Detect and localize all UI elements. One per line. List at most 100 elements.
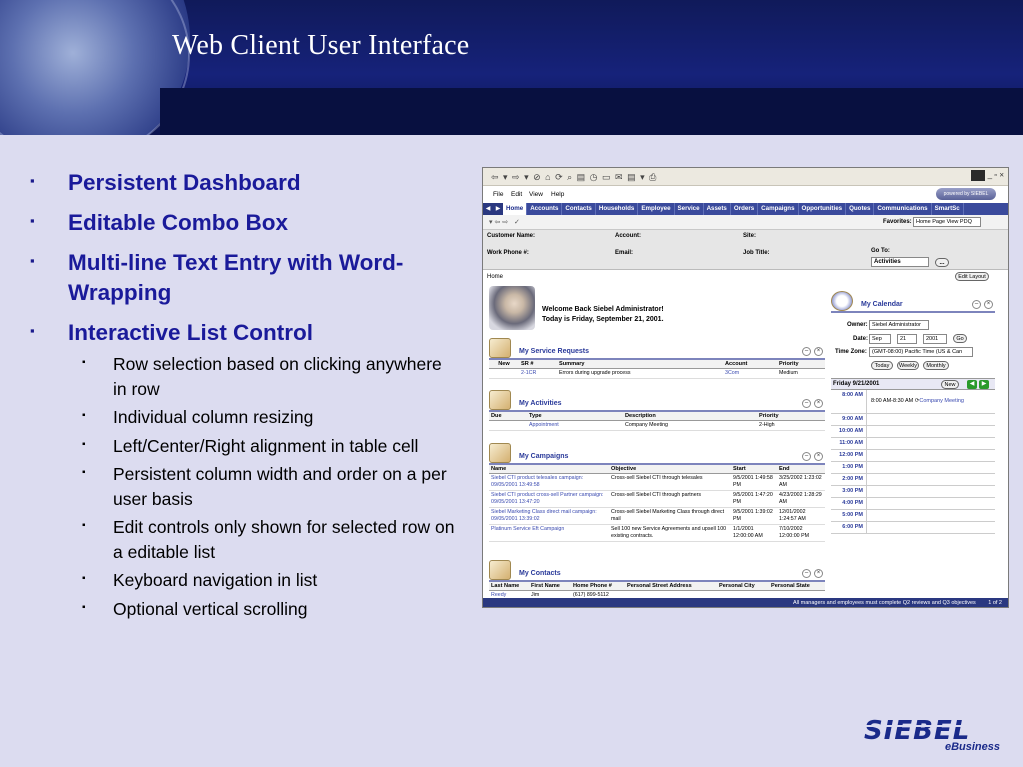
column-header[interactable]: New — [489, 360, 519, 369]
status-page[interactable]: 1 of 2 — [988, 600, 1002, 606]
close-icon[interactable]: × — [814, 452, 823, 461]
portlet-title[interactable]: My Contacts — [519, 570, 561, 577]
close-icon[interactable]: × — [814, 569, 823, 578]
column-header[interactable]: Personal City — [717, 582, 769, 591]
tab-communications[interactable]: Communications — [874, 203, 932, 215]
favorites-select[interactable]: Home Page View PDQ — [913, 217, 981, 227]
tab-service[interactable]: Service — [675, 203, 704, 215]
table-cell[interactable]: Platinum Service Eft Campaign — [489, 524, 609, 542]
table-row[interactable]: Siebel CTI product telesales campaign: 0… — [489, 473, 825, 491]
tab-employee[interactable]: Employee — [638, 203, 675, 215]
column-header[interactable]: Priority — [777, 360, 825, 369]
calendar-slot[interactable]: 8:00 AM 8:00 AM-8:30 AM ⟳Company Meeting — [831, 390, 995, 414]
table-cell[interactable]: 2-1CR — [519, 368, 557, 379]
portlet-title[interactable]: My Activities — [519, 400, 562, 407]
column-header[interactable]: SR # — [519, 360, 557, 369]
toolbar-icons[interactable]: ⇦ ▾ ⇨ ▾ ⊘ ⌂ ⟳ ⌕ ▤ ◷ ▭ ✉ ▤ ▾ ⎙ — [491, 172, 657, 183]
status-message[interactable]: All managers and employees must complete… — [793, 600, 976, 606]
breadcrumb[interactable]: Home — [487, 274, 503, 280]
calendar-slot[interactable]: 9:00 AM — [831, 414, 995, 426]
column-header[interactable]: Description — [623, 412, 757, 421]
column-header[interactable]: Personal State — [769, 582, 825, 591]
window-control-buttons[interactable]: _ ▫ × — [988, 171, 1004, 180]
close-icon[interactable]: × — [814, 347, 823, 356]
portlet-title[interactable]: My Service Requests — [519, 348, 589, 355]
column-header[interactable]: Personal Street Address — [625, 582, 717, 591]
column-header[interactable]: Last Name — [489, 582, 529, 591]
column-header[interactable]: Due — [489, 412, 527, 421]
column-header[interactable]: Priority — [757, 412, 825, 421]
tab-contacts[interactable]: Contacts — [562, 203, 596, 215]
tab-opportunities[interactable]: Opportunities — [799, 203, 847, 215]
column-header[interactable]: Objective — [609, 465, 731, 474]
table-cell[interactable]: Appointment — [527, 420, 623, 431]
column-header[interactable]: Name — [489, 465, 609, 474]
tab-households[interactable]: Households — [596, 203, 639, 215]
edit-layout-button[interactable]: Edit Layout — [955, 272, 989, 281]
calendar-event[interactable]: 8:00 AM-8:30 AM ⟳Company Meeting — [867, 390, 964, 413]
tab-smartscript[interactable]: SmartSc — [932, 203, 964, 215]
year-select[interactable]: 2001 — [923, 334, 947, 344]
close-icon[interactable]: × — [984, 300, 993, 309]
calendar-slot[interactable]: 12:00 PM — [831, 450, 995, 462]
calendar-slot[interactable]: 10:00 AM — [831, 426, 995, 438]
monthly-button[interactable]: Monthly — [923, 361, 949, 370]
menu-help[interactable]: Help — [551, 191, 564, 198]
tab-orders[interactable]: Orders — [731, 203, 759, 215]
column-header[interactable]: Type — [527, 412, 623, 421]
portlet-title[interactable]: My Calendar — [861, 301, 903, 308]
tab-scroll-right-icon[interactable]: ▶ — [493, 203, 503, 215]
nav-arrows-icon[interactable]: ▾ ⇦ ⇨ ✓ — [489, 218, 520, 226]
goto-button[interactable]: ... — [935, 258, 949, 267]
table-row[interactable]: Siebel Marketing Class direct mail campa… — [489, 507, 825, 525]
close-icon[interactable]: × — [814, 399, 823, 408]
calendar-slot[interactable]: 11:00 AM — [831, 438, 995, 450]
column-header[interactable]: Home Phone # — [571, 582, 625, 591]
month-select[interactable]: Sep — [869, 334, 891, 344]
table-row[interactable]: 2-1CR Errors during upgrade process 3Com… — [489, 368, 825, 379]
table-row[interactable]: Platinum Service Eft Campaign Sell 100 n… — [489, 524, 825, 542]
today-button[interactable]: Today — [871, 361, 893, 370]
tab-accounts[interactable]: Accounts — [527, 203, 563, 215]
tab-assets[interactable]: Assets — [704, 203, 731, 215]
next-day-icon[interactable]: ▶ — [979, 380, 989, 389]
calendar-slot[interactable]: 5:00 PM — [831, 510, 995, 522]
tab-campaigns[interactable]: Campaigns — [758, 203, 799, 215]
portlet-title[interactable]: My Campaigns — [519, 453, 568, 460]
minimize-icon[interactable]: – — [802, 347, 811, 356]
column-header[interactable]: First Name — [529, 582, 571, 591]
menu-edit[interactable]: Edit — [511, 191, 522, 198]
timezone-select[interactable]: (GMT-08:00) Pacific Time (US & Can — [869, 347, 973, 357]
column-header[interactable]: Account — [723, 360, 777, 369]
minimize-icon[interactable]: – — [972, 300, 981, 309]
menu-view[interactable]: View — [529, 191, 543, 198]
table-cell[interactable]: Siebel CTI product cross-sell Partner ca… — [489, 490, 609, 508]
calendar-slot[interactable]: 4:00 PM — [831, 498, 995, 510]
calendar-slot[interactable]: 2:00 PM — [831, 474, 995, 486]
minimize-icon[interactable]: – — [802, 569, 811, 578]
calendar-slot[interactable]: 1:00 PM — [831, 462, 995, 474]
menu-file[interactable]: File — [493, 191, 503, 198]
column-header[interactable]: Summary — [557, 360, 723, 369]
tab-scroll-left-icon[interactable]: ◀ — [483, 203, 493, 215]
minimize-icon[interactable]: – — [802, 452, 811, 461]
table-cell[interactable]: Siebel Marketing Class direct mail campa… — [489, 507, 609, 525]
column-header[interactable]: End — [777, 465, 825, 474]
day-select[interactable]: 21 — [897, 334, 917, 344]
table-cell[interactable]: 3Com — [723, 368, 777, 379]
tab-home[interactable]: Home — [503, 203, 528, 215]
event-name[interactable]: Company Meeting — [919, 398, 964, 404]
owner-select[interactable]: Siebel Administrator — [869, 320, 929, 330]
table-row[interactable]: Siebel CTI product cross-sell Partner ca… — [489, 490, 825, 508]
calendar-slot[interactable]: 6:00 PM — [831, 522, 995, 534]
column-header[interactable]: Start — [731, 465, 777, 474]
goto-select[interactable]: Activities — [871, 257, 929, 267]
table-row[interactable]: Appointment Company Meeting 2-High — [489, 420, 825, 431]
prev-day-icon[interactable]: ◀ — [967, 380, 977, 389]
new-appointment-button[interactable]: New — [941, 380, 959, 389]
table-cell[interactable]: Siebel CTI product telesales campaign: 0… — [489, 473, 609, 491]
go-button[interactable]: Go — [953, 334, 967, 343]
calendar-slot[interactable]: 3:00 PM — [831, 486, 995, 498]
weekly-button[interactable]: Weekly — [897, 361, 919, 370]
minimize-icon[interactable]: – — [802, 399, 811, 408]
